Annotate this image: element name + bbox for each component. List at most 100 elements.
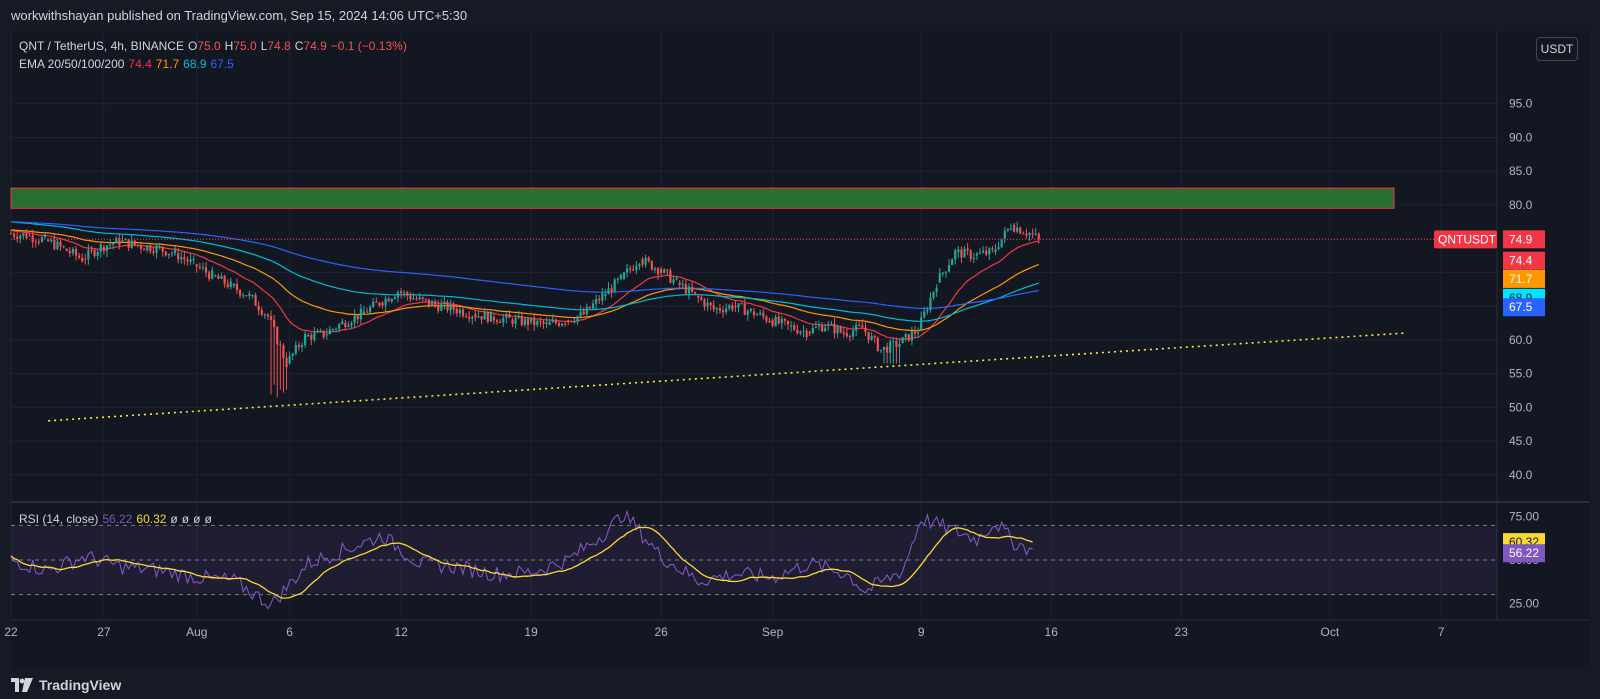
candle-body[interactable] <box>415 298 418 300</box>
candle-body[interactable] <box>232 283 235 286</box>
candle-body[interactable] <box>796 329 799 334</box>
candle-body[interactable] <box>582 311 585 315</box>
candle-body[interactable] <box>951 259 954 266</box>
candle-body[interactable] <box>465 315 468 317</box>
candle-body[interactable] <box>777 316 780 324</box>
candle-body[interactable] <box>480 316 483 320</box>
candle-body[interactable] <box>1028 233 1031 236</box>
candle-body[interactable] <box>217 275 220 279</box>
candle-body[interactable] <box>808 331 811 334</box>
candle-body[interactable] <box>526 318 530 326</box>
candle-body[interactable] <box>34 241 37 243</box>
candle-body[interactable] <box>972 258 975 260</box>
candle-body[interactable] <box>997 247 1000 250</box>
candle-body[interactable] <box>916 332 920 334</box>
candle-body[interactable] <box>786 320 790 325</box>
candle-body[interactable] <box>108 244 112 246</box>
candle-body[interactable] <box>616 278 619 280</box>
candle-body[interactable] <box>189 259 192 262</box>
candle-body[interactable] <box>375 301 378 303</box>
candle-body[interactable] <box>910 331 913 341</box>
candle-body[interactable] <box>369 307 372 313</box>
candle-body[interactable] <box>458 309 461 314</box>
candle-body[interactable] <box>712 305 715 310</box>
candle-body[interactable] <box>477 316 480 318</box>
candle-body[interactable] <box>793 325 796 330</box>
candle-body[interactable] <box>334 328 338 330</box>
candle-body[interactable] <box>601 293 604 301</box>
candle-body[interactable] <box>412 298 415 300</box>
candle-body[interactable] <box>105 245 109 252</box>
candle-body[interactable] <box>13 233 16 237</box>
candle-body[interactable] <box>994 249 997 253</box>
candle-body[interactable] <box>486 312 489 322</box>
candle-body[interactable] <box>440 303 443 311</box>
candle-body[interactable] <box>362 311 366 315</box>
candle-body[interactable] <box>146 245 149 251</box>
candle-body[interactable] <box>533 317 536 326</box>
candle-body[interactable] <box>873 335 876 338</box>
candle-body[interactable] <box>985 250 988 255</box>
candle-body[interactable] <box>384 298 387 306</box>
candle-body[interactable] <box>926 309 929 312</box>
candle-body[interactable] <box>988 248 991 255</box>
candle-body[interactable] <box>892 341 895 343</box>
candle-body[interactable] <box>805 330 808 338</box>
candle-body[interactable] <box>204 267 208 273</box>
candle-body[interactable] <box>870 335 873 340</box>
candle-body[interactable] <box>579 311 582 317</box>
candle-body[interactable] <box>19 235 22 239</box>
candle-body[interactable] <box>595 298 598 304</box>
candle-body[interactable] <box>223 275 226 284</box>
candle-body[interactable] <box>251 295 254 297</box>
candle-body[interactable] <box>1037 233 1040 240</box>
candle-body[interactable] <box>291 353 294 356</box>
candle-body[interactable] <box>610 288 613 292</box>
candle-body[interactable] <box>273 319 276 328</box>
candle-body[interactable] <box>62 246 65 248</box>
candle-body[interactable] <box>765 316 768 322</box>
candle-body[interactable] <box>821 325 824 332</box>
candle-body[interactable] <box>177 253 180 260</box>
candle-body[interactable] <box>941 272 944 274</box>
tradingview-logo[interactable]: TradingView <box>11 677 121 693</box>
candle-body[interactable] <box>576 316 579 322</box>
candle-body[interactable] <box>65 248 68 251</box>
candle-body[interactable] <box>316 331 319 333</box>
candle-body[interactable] <box>824 327 827 332</box>
candle-body[interactable] <box>102 246 105 252</box>
candle-body[interactable] <box>954 250 957 260</box>
candle-body[interactable] <box>68 250 71 254</box>
candle-body[interactable] <box>300 345 304 348</box>
candle-body[interactable] <box>112 243 115 245</box>
candle-body[interactable] <box>452 303 455 310</box>
candle-body[interactable] <box>653 268 657 270</box>
candle-body[interactable] <box>842 332 845 334</box>
candle-body[interactable] <box>502 318 505 323</box>
candle-body[interactable] <box>560 323 564 326</box>
candle-body[interactable] <box>263 314 266 316</box>
candle-body[interactable] <box>1006 228 1009 231</box>
candle-body[interactable] <box>201 267 205 269</box>
candle-body[interactable] <box>446 301 449 311</box>
candle-body[interactable] <box>768 321 771 323</box>
candle-body[interactable] <box>96 251 99 256</box>
candle-body[interactable] <box>461 309 465 316</box>
candle-body[interactable] <box>180 257 183 260</box>
candle-body[interactable] <box>539 320 542 322</box>
candle-body[interactable] <box>790 325 793 327</box>
candle-body[interactable] <box>149 245 152 252</box>
candle-body[interactable] <box>567 320 570 322</box>
candle-body[interactable] <box>84 258 87 260</box>
candle-body[interactable] <box>731 305 734 310</box>
candle-body[interactable] <box>353 315 356 324</box>
candle-body[interactable] <box>588 306 592 309</box>
candle-body[interactable] <box>833 323 836 334</box>
candle-body[interactable] <box>499 321 502 323</box>
candle-body[interactable] <box>130 240 133 248</box>
candle-body[interactable] <box>817 325 821 327</box>
resistance-zone[interactable] <box>10 187 1395 209</box>
candle-body[interactable] <box>625 268 629 273</box>
candle-body[interactable] <box>183 257 186 260</box>
candle-body[interactable] <box>703 299 706 307</box>
